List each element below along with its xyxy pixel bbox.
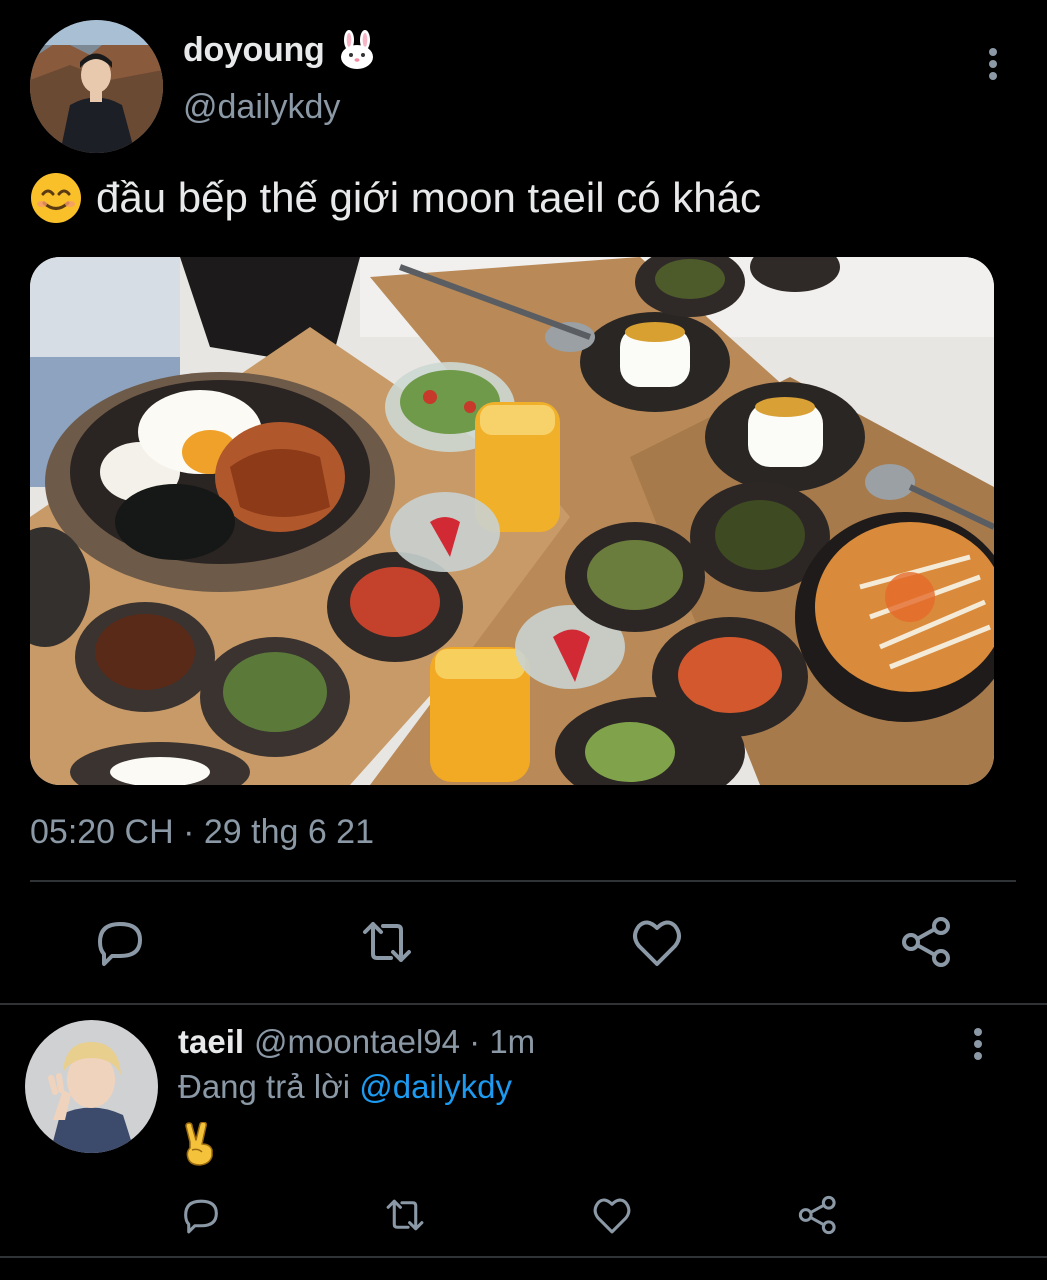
victory-hand-icon bbox=[185, 1122, 213, 1166]
like-icon[interactable] bbox=[627, 912, 687, 972]
share-icon[interactable] bbox=[795, 1192, 841, 1238]
retweet-icon[interactable] bbox=[382, 1192, 428, 1238]
replying-prefix: Đang trả lời bbox=[178, 1068, 351, 1105]
tweet-text: đầu bếp thế giới moon taeil có khác bbox=[30, 172, 761, 224]
reply-icon[interactable] bbox=[90, 912, 150, 972]
reply-header: taeil @moontael94 · 1m bbox=[178, 1023, 535, 1061]
tweet-body: đầu bếp thế giới moon taeil có khác bbox=[96, 174, 761, 221]
tweet-timestamp[interactable]: 05:20 CH · 29 thg 6 21 bbox=[30, 813, 374, 852]
author-name-text[interactable]: doyoung bbox=[183, 31, 325, 70]
reply-author-meta[interactable]: @moontael94 · 1m bbox=[254, 1023, 535, 1061]
reply-author-avatar[interactable] bbox=[25, 1020, 158, 1153]
divider bbox=[0, 1256, 1047, 1258]
retweet-icon[interactable] bbox=[357, 912, 417, 972]
tweet-photo[interactable] bbox=[30, 257, 994, 785]
reply-icon[interactable] bbox=[178, 1192, 224, 1238]
reply-author-name[interactable]: taeil bbox=[178, 1023, 244, 1061]
share-icon[interactable] bbox=[897, 912, 957, 972]
author-avatar[interactable] bbox=[30, 20, 163, 153]
author-handle[interactable]: @dailykdy bbox=[183, 88, 340, 127]
reply-more-options-icon[interactable] bbox=[963, 1024, 993, 1064]
rabbit-face-icon bbox=[341, 30, 374, 69]
smiling-face-icon bbox=[31, 173, 81, 223]
replying-to: Đang trả lời @dailykdy bbox=[178, 1068, 512, 1106]
more-options-icon[interactable] bbox=[978, 44, 1008, 84]
divider bbox=[30, 880, 1016, 882]
divider bbox=[0, 1003, 1047, 1005]
replying-mention[interactable]: @dailykdy bbox=[359, 1068, 512, 1105]
author-name[interactable]: doyoung bbox=[183, 30, 376, 70]
like-icon[interactable] bbox=[589, 1192, 635, 1238]
